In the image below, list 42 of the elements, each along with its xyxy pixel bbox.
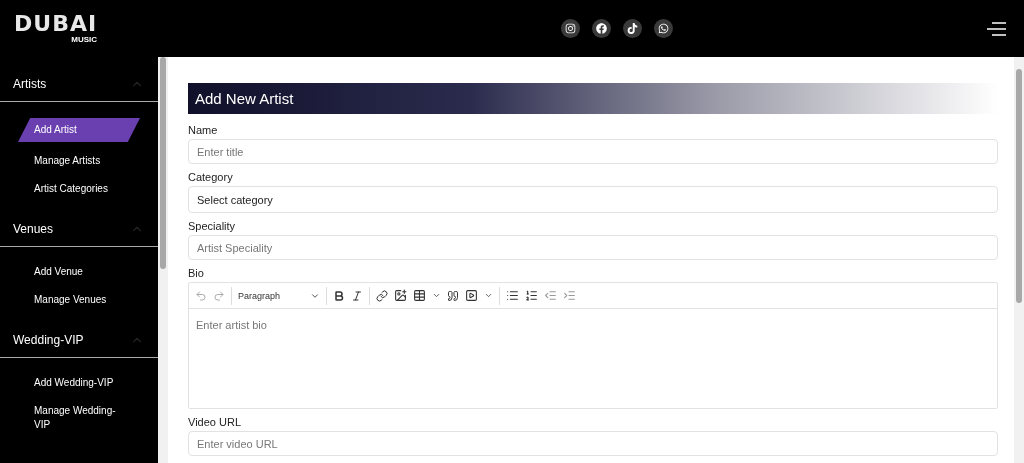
- text-field[interactable]: Enter video URL: [188, 431, 998, 456]
- field-label: Bio: [188, 267, 205, 279]
- whatsapp-icon[interactable]: [653, 19, 673, 38]
- link-icon[interactable]: [376, 289, 388, 302]
- menu-icon[interactable]: [986, 21, 1008, 36]
- sidebar-item[interactable]: Manage Wedding-VIP: [0, 402, 158, 434]
- bulleted-list-icon[interactable]: [506, 289, 519, 302]
- logo: DUBAI MUSIC: [14, 13, 98, 44]
- facebook-icon[interactable]: [591, 19, 611, 38]
- format-dropdown[interactable]: Paragraph: [238, 290, 320, 301]
- field-label: Video URL: [188, 416, 242, 428]
- category-select[interactable]: Select category: [188, 186, 998, 213]
- table-icon[interactable]: [413, 289, 426, 302]
- sidebar-item[interactable]: Manage Artists: [0, 152, 158, 170]
- field-label: Category: [188, 171, 234, 183]
- italic-icon[interactable]: [351, 289, 363, 302]
- bio-placeholder[interactable]: Enter artist bio: [189, 309, 997, 408]
- numbered-list-icon[interactable]: [525, 289, 538, 302]
- section-header[interactable]: Venues: [13, 222, 54, 236]
- sidebar-item[interactable]: Artist Categories: [0, 180, 158, 198]
- page-scrollbar[interactable]: [1014, 57, 1024, 463]
- camera-icon[interactable]: [560, 19, 580, 38]
- quote-icon[interactable]: [447, 289, 459, 302]
- section-header[interactable]: Wedding-VIP: [13, 333, 84, 347]
- media-icon[interactable]: [465, 289, 478, 302]
- caret-icon[interactable]: [484, 291, 493, 300]
- text-field[interactable]: Artist Speciality: [188, 235, 998, 260]
- sidebar-item[interactable]: Add Wedding-VIP: [0, 374, 158, 392]
- section-header[interactable]: Artists: [13, 77, 47, 91]
- outdent-icon[interactable]: [544, 289, 557, 302]
- sidebar-item[interactable]: Add Artist: [18, 118, 140, 142]
- bold-icon[interactable]: [333, 289, 345, 302]
- image-upload-icon[interactable]: [394, 289, 407, 302]
- text-field[interactable]: Enter title: [188, 139, 998, 164]
- sidebar-item[interactable]: Manage Venues: [0, 291, 158, 309]
- field-label: Speciality: [188, 220, 237, 232]
- sidebar-item[interactable]: Add Venue: [0, 263, 158, 281]
- sidebar-scrollbar[interactable]: [158, 57, 168, 463]
- indent-icon[interactable]: [563, 289, 576, 302]
- caret-icon[interactable]: [432, 291, 441, 300]
- field-label: Name: [188, 124, 219, 136]
- tiktok-icon[interactable]: [622, 19, 642, 38]
